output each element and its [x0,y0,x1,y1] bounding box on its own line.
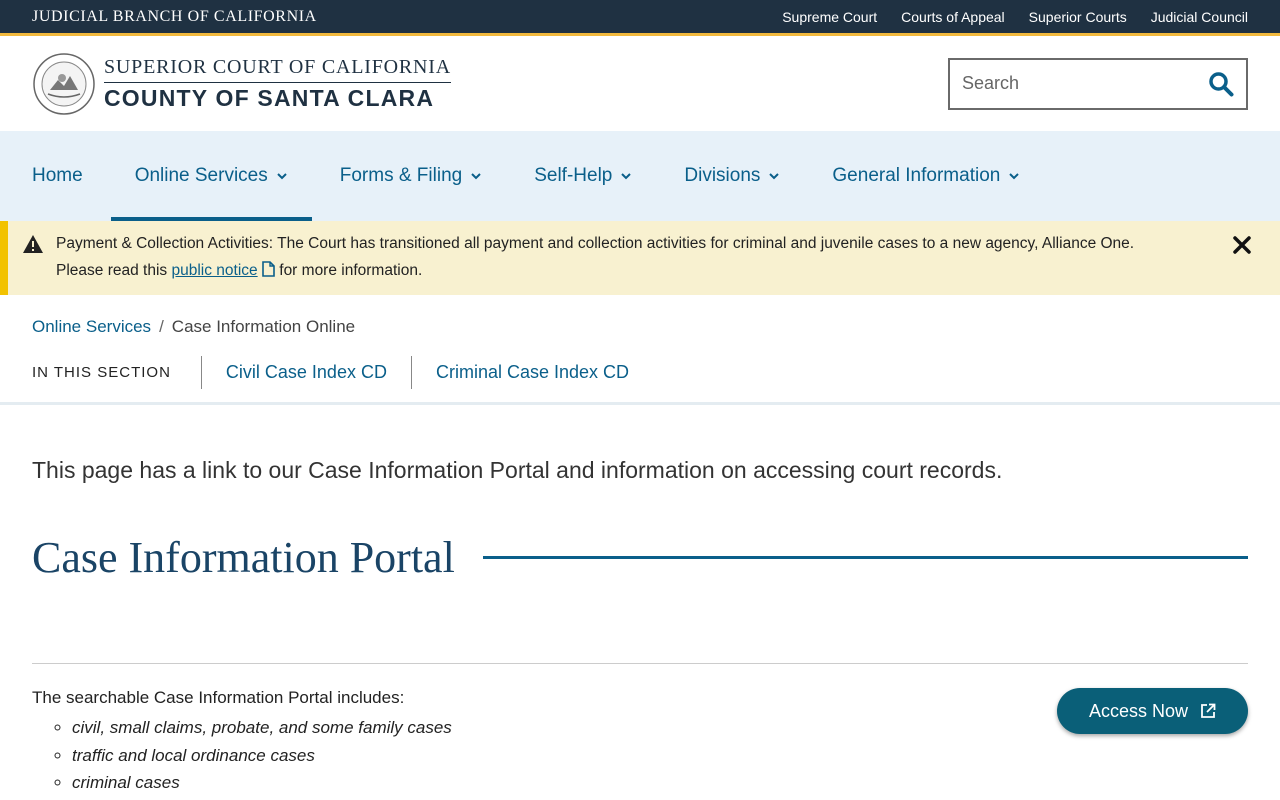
alert-tail: for more information. [274,262,423,279]
list-item: civil, small claims, probate, and some f… [72,714,452,742]
search-box [948,57,1248,110]
link-civil-case-index-cd[interactable]: Civil Case Index CD [200,356,411,389]
nav-forms-filing[interactable]: Forms & Filing [316,131,506,221]
breadcrumb-separator: / [159,317,164,336]
nav-online-services[interactable]: Online Services [110,131,312,221]
nav-general-information[interactable]: General Information [808,131,1044,221]
nav-divisions-label: Divisions [684,165,761,186]
breadcrumb-current: Case Information Online [171,317,356,336]
heading-rule [482,556,1248,559]
alert-message: Payment & Collection Activities: The Cou… [56,230,1176,284]
site-logo[interactable]: SUPERIOR COURT OF CALIFORNIA COUNTY OF S… [32,52,451,116]
access-now-label: Access Now [1088,700,1188,721]
chevron-down-icon [621,173,632,180]
chevron-down-icon [277,173,287,180]
section-nav-label: IN THIS SECTION [32,364,171,381]
link-superior-courts[interactable]: Superior Courts [1029,9,1127,25]
judicial-branch-label: JUDICIAL BRANCH OF CALIFORNIA [32,7,317,25]
site-title-top: SUPERIOR COURT OF CALIFORNIA [104,56,451,83]
main-navigation: Home Online Services Forms & Filing Self… [0,131,1280,221]
section-nav: IN THIS SECTION Civil Case Index CD Crim… [0,343,1280,405]
nav-home-label: Home [32,165,83,186]
breadcrumb-online-services[interactable]: Online Services [32,317,151,337]
nav-home[interactable]: Home [8,131,107,221]
alert-title: Payment & Collection Activities: [56,235,274,252]
breadcrumb: Online Services / Case Information Onlin… [0,295,1280,343]
list-item: criminal cases [72,769,452,797]
chevron-down-icon [1009,173,1020,180]
portal-list: civil, small claims, probate, and some f… [32,714,452,797]
utility-links: Supreme Court Courts of Appeal Superior … [782,9,1248,25]
site-title-bottom: COUNTY OF SANTA CLARA [104,84,435,111]
portal-intro: The searchable Case Information Portal i… [32,688,405,707]
nav-forms-filing-label: Forms & Filing [339,165,463,186]
nav-self-help-label: Self-Help [534,165,613,186]
court-seal-icon [33,52,95,115]
search-input[interactable] [962,73,1182,94]
heading-row: Case Information Portal [0,484,1280,583]
access-now-button[interactable]: Access Now [1056,688,1248,734]
external-link-icon [1201,703,1216,718]
public-notice-link[interactable]: public notice [171,262,257,279]
document-icon [262,261,275,277]
list-item: traffic and local ordinance cases [72,742,452,770]
site-header: SUPERIOR COURT OF CALIFORNIA COUNTY OF S… [0,36,1280,131]
close-icon[interactable] [1232,235,1252,255]
chevron-down-icon [471,173,481,180]
link-judicial-council[interactable]: Judicial Council [1151,9,1248,25]
link-supreme-court[interactable]: Supreme Court [782,9,877,25]
page-heading: Case Information Portal [32,533,455,582]
search-icon[interactable] [1208,71,1234,97]
nav-general-information-label: General Information [832,165,1001,186]
top-utility-bar: JUDICIAL BRANCH OF CALIFORNIA Supreme Co… [0,0,1280,36]
warning-icon [23,235,43,253]
alert-banner: Payment & Collection Activities: The Cou… [0,221,1280,295]
nav-divisions[interactable]: Divisions [660,131,804,221]
portal-section: The searchable Case Information Portal i… [0,664,1280,797]
chevron-down-icon [769,173,780,180]
link-courts-of-appeal[interactable]: Courts of Appeal [901,9,1005,25]
link-criminal-case-index-cd[interactable]: Criminal Case Index CD [410,356,653,389]
nav-online-services-label: Online Services [134,165,268,186]
page-intro: This page has a link to our Case Informa… [32,457,1003,483]
nav-self-help[interactable]: Self-Help [510,131,656,221]
